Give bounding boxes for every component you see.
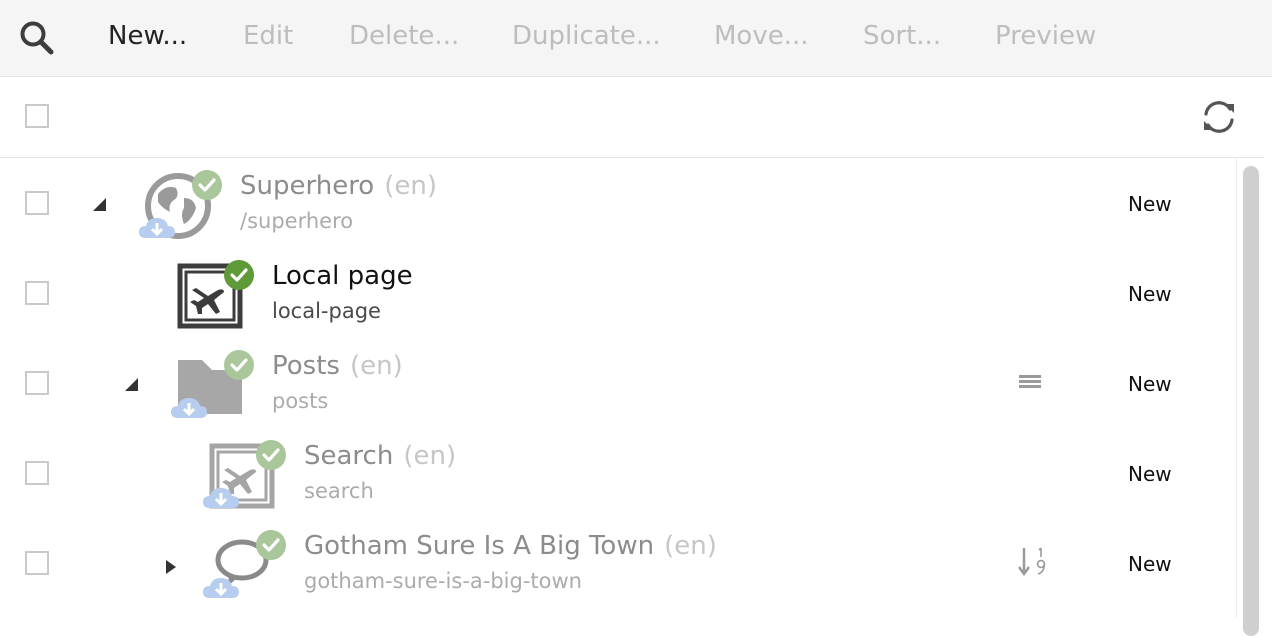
row-path: search (304, 479, 374, 503)
collapse-triangle-icon[interactable] (123, 375, 141, 393)
edit-button[interactable]: Edit (243, 18, 293, 54)
row-status: New (1128, 462, 1172, 486)
published-check-icon (256, 440, 286, 470)
row-title: Search (304, 441, 394, 471)
row-checkbox[interactable] (25, 461, 49, 485)
row-title: Local page (272, 261, 413, 291)
preview-button[interactable]: Preview (995, 18, 1096, 54)
row-path: posts (272, 389, 329, 413)
row-checkbox[interactable] (25, 191, 49, 215)
row-title: Posts (272, 351, 340, 381)
search-icon[interactable] (18, 19, 56, 57)
published-check-icon (224, 350, 254, 380)
cloud-download-icon (171, 398, 207, 418)
move-button[interactable]: Move... (714, 18, 809, 54)
cloud-download-icon (139, 218, 175, 238)
row-checkbox[interactable] (25, 371, 49, 395)
toolbar: New... Edit Delete... Duplicate... Move.… (0, 0, 1272, 77)
row-checkbox[interactable] (25, 551, 49, 575)
published-check-icon (224, 260, 254, 290)
row-language: (en) (384, 171, 437, 201)
sort-button[interactable]: Sort... (863, 18, 941, 54)
row-path: /superhero (240, 209, 354, 233)
tree-row-gotham[interactable]: Gotham Sure Is A Big Town (en) gotham-sur… (0, 518, 1236, 608)
tree-row-search[interactable]: Search (en) search New (0, 428, 1236, 518)
new-button[interactable]: New... (108, 18, 187, 54)
collapse-triangle-icon[interactable] (91, 195, 109, 213)
row-status: New (1128, 372, 1172, 396)
list-header (0, 77, 1264, 158)
duplicate-button[interactable]: Duplicate... (512, 18, 661, 54)
tree-row-superhero[interactable]: Superhero (en) /superhero New (0, 158, 1236, 248)
row-language: (en) (349, 351, 403, 381)
row-title: Superhero (240, 171, 375, 201)
row-status: New (1128, 192, 1172, 216)
row-language: (en) (403, 441, 457, 471)
tree-row-posts[interactable]: Posts (en) posts New (0, 338, 1236, 428)
expand-triangle-icon[interactable] (162, 558, 180, 576)
refresh-icon[interactable] (1199, 97, 1239, 137)
tree-list: Superhero (en) /superhero New Local page … (0, 158, 1236, 618)
tree-row-local-page[interactable]: Local page local-page New (0, 248, 1236, 338)
published-check-icon (256, 530, 286, 560)
row-path: local-page (272, 299, 381, 323)
row-title: Gotham Sure Is A Big Town (304, 531, 655, 561)
row-status: New (1128, 552, 1172, 576)
row-status: New (1128, 282, 1172, 306)
sort-numeric-icon (1016, 544, 1050, 580)
scrollbar-track[interactable] (1236, 158, 1265, 636)
row-language: (en) (664, 531, 717, 561)
scrollbar-thumb[interactable] (1243, 166, 1259, 636)
published-check-icon (192, 170, 222, 200)
cloud-download-icon (203, 488, 239, 508)
delete-button[interactable]: Delete... (349, 18, 459, 54)
select-all-checkbox[interactable] (25, 104, 49, 128)
cloud-download-icon (203, 578, 239, 598)
row-path: gotham-sure-is-a-big-town (304, 569, 582, 593)
list-icon (1014, 367, 1046, 399)
row-checkbox[interactable] (25, 281, 49, 305)
